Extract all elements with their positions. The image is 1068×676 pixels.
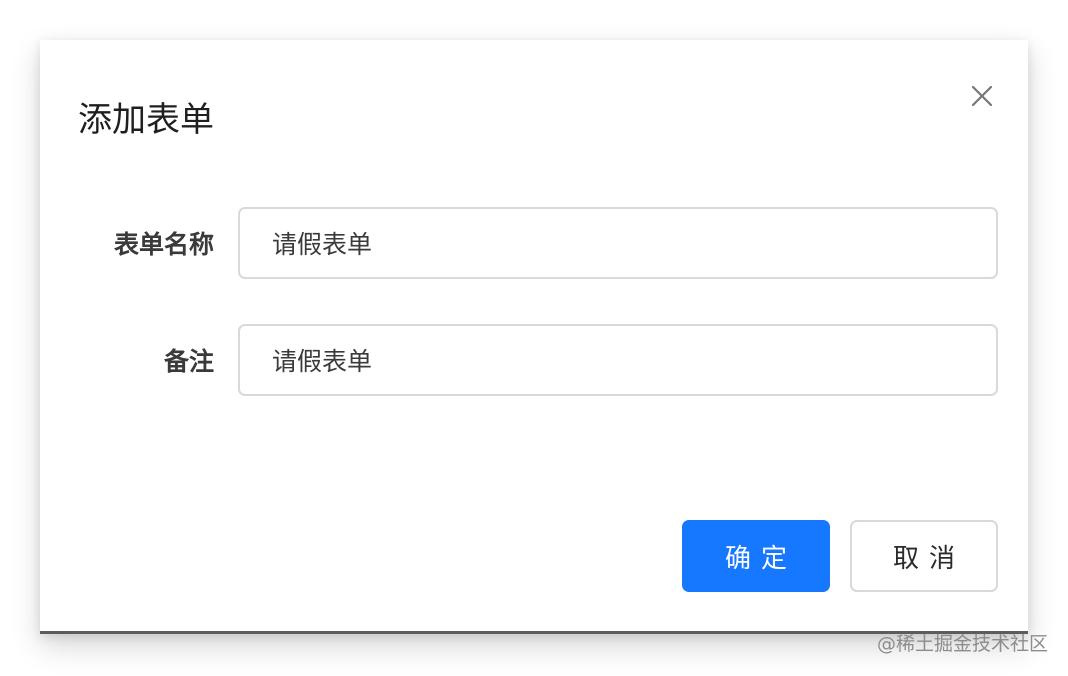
form-row-remark: 备注: [40, 324, 1028, 396]
watermark: @稀土掘金技术社区: [876, 633, 1048, 655]
confirm-button[interactable]: 确定: [682, 520, 830, 592]
remark-label: 备注: [163, 347, 214, 376]
screen: 添加表单 表单名称 备注 确定 取消 @稀土掘金技术社区: [0, 0, 1068, 676]
cancel-button[interactable]: 取消: [850, 520, 998, 592]
form-row-name: 表单名称: [40, 207, 1028, 279]
form-name-input[interactable]: [238, 207, 998, 279]
close-icon: [971, 85, 993, 107]
add-form-dialog: 添加表单 表单名称 备注 确定 取消: [40, 40, 1028, 634]
close-button[interactable]: [966, 80, 998, 112]
remark-input[interactable]: [238, 324, 998, 396]
dialog-title: 添加表单: [78, 100, 214, 140]
form-name-label: 表单名称: [113, 230, 214, 259]
